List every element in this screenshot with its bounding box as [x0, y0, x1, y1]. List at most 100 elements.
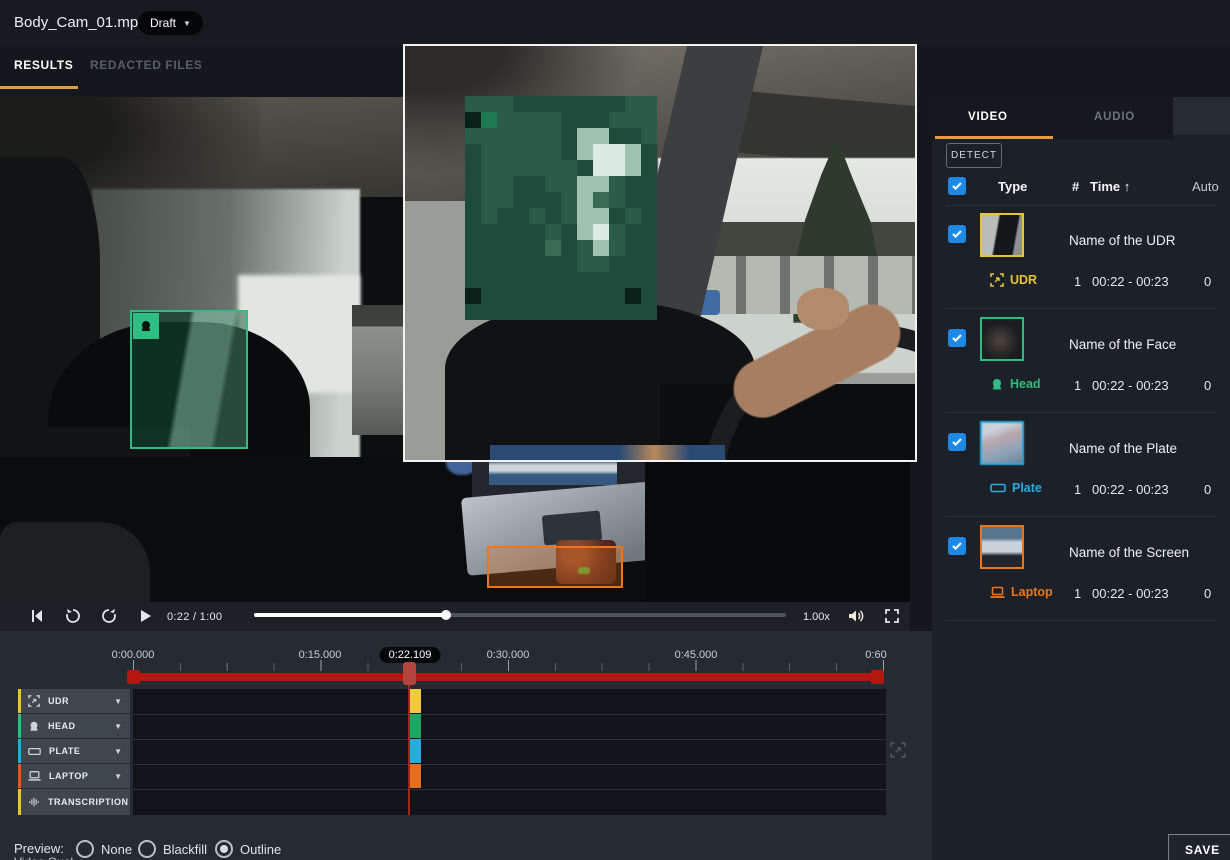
top-bar: Body_Cam_01.mp4 Draft ▼: [0, 0, 1230, 46]
item-checkbox[interactable]: [948, 537, 966, 555]
range-handle-right[interactable]: [871, 670, 884, 684]
laptop-detection-box[interactable]: [487, 546, 623, 588]
pixelated-redaction-region: [465, 96, 657, 320]
detection-count: 1: [1074, 274, 1081, 289]
lane-separator: [133, 789, 886, 790]
check-icon: [951, 228, 963, 240]
detection-name: Name of the UDR: [1069, 233, 1176, 248]
lane-separator: [133, 739, 886, 740]
detection-thumbnail[interactable]: [980, 525, 1024, 569]
radio-outline-label[interactable]: Outline: [240, 842, 281, 857]
save-button[interactable]: SAVE: [1168, 834, 1230, 860]
panel-active-tab-underline: [935, 136, 1053, 139]
radio-blackfill-label[interactable]: Blackfill: [163, 842, 207, 857]
zoom-preview-overlay[interactable]: [403, 44, 917, 462]
item-checkbox[interactable]: [948, 329, 966, 347]
column-header-time-sort[interactable]: Time ↑: [1090, 179, 1130, 194]
chevron-down-icon[interactable]: ▼: [114, 747, 122, 756]
track-label: HEAD: [48, 721, 76, 731]
tab-audio[interactable]: AUDIO: [1094, 111, 1135, 123]
detection-item-plate[interactable]: Name of the Plate Plate 1 00:22 - 00:23 …: [932, 413, 1230, 517]
app-window: Body_Cam_01.mp4 Draft ▼ RESULTS REDACTED…: [0, 0, 1230, 860]
track-head[interactable]: HEAD ▼: [18, 714, 130, 738]
laptop-icon: [990, 586, 1005, 599]
track-laptop[interactable]: LAPTOP ▼: [18, 764, 130, 788]
detection-time-range[interactable]: 00:22 - 00:23: [1092, 482, 1169, 497]
file-title: Body_Cam_01.mp4: [14, 14, 147, 31]
range-handle-left[interactable]: [127, 670, 140, 684]
udr-icon: [28, 695, 40, 707]
detection-time-range[interactable]: 00:22 - 00:23: [1092, 586, 1169, 601]
track-color-stripe: [18, 739, 21, 763]
track-label: PLATE: [49, 746, 80, 756]
detect-button[interactable]: DETECT: [946, 143, 1002, 168]
detection-time-range[interactable]: 00:22 - 00:23: [1092, 274, 1169, 289]
playhead-marker[interactable]: [403, 662, 416, 685]
detection-name: Name of the Face: [1069, 337, 1176, 352]
current-time-badge: 0:22.109: [380, 647, 441, 663]
radio-none[interactable]: [76, 840, 94, 858]
chevron-down-icon: ▼: [183, 19, 191, 28]
track-udr[interactable]: UDR ▼: [18, 689, 130, 713]
detection-thumbnail[interactable]: [980, 421, 1024, 465]
lane-separator: [133, 714, 886, 715]
track-label: TRANSCRIPTION: [48, 797, 129, 807]
item-checkbox[interactable]: [948, 225, 966, 243]
time-display: 0:22 / 1:00: [167, 611, 222, 623]
ruler-ticks-major: [133, 660, 884, 671]
detection-item-laptop[interactable]: Name of the Screen Laptop 1 00:22 - 00:2…: [932, 517, 1230, 621]
seek-bar-fill: [254, 613, 446, 617]
detection-thumbnail[interactable]: [980, 213, 1024, 257]
select-all-checkbox[interactable]: [948, 177, 966, 195]
play-button[interactable]: [136, 607, 154, 625]
divider: [946, 620, 1216, 621]
track-color-stripe: [18, 689, 21, 713]
forward-10-button[interactable]: [100, 607, 118, 625]
head-icon: [139, 319, 153, 333]
radio-blackfill[interactable]: [138, 840, 156, 858]
tab-video[interactable]: VIDEO: [968, 111, 1008, 123]
detection-item-udr[interactable]: Name of the UDR UDR 1 00:22 - 00:23 0: [932, 205, 1230, 309]
preview-label: Preview:: [14, 841, 64, 856]
radio-none-label[interactable]: None: [101, 842, 132, 857]
detection-auto: 0: [1204, 378, 1211, 393]
scene-seat-bottom: [0, 522, 150, 602]
chevron-down-icon[interactable]: ▼: [114, 722, 122, 731]
replay-10-button[interactable]: [64, 607, 82, 625]
lane-separator: [133, 764, 886, 765]
detection-item-head[interactable]: Name of the Face Head 1 00:22 - 00:23 0: [932, 309, 1230, 413]
column-header-type: Type: [998, 179, 1027, 194]
check-icon: [951, 540, 963, 552]
timeline-range-bar[interactable]: [133, 673, 884, 681]
status-dropdown[interactable]: Draft ▼: [138, 11, 203, 35]
fullscreen-icon[interactable]: [884, 608, 900, 624]
detection-name: Name of the Plate: [1069, 441, 1177, 456]
track-transcription[interactable]: TRANSCRIPTION: [18, 789, 130, 815]
track-color-stripe: [18, 764, 21, 788]
check-icon: [951, 332, 963, 344]
active-tab-underline: [0, 86, 78, 89]
radio-outline[interactable]: [215, 840, 233, 858]
tab-results[interactable]: RESULTS: [14, 58, 73, 72]
detection-type-label: Head: [1010, 377, 1041, 391]
skip-previous-button[interactable]: [28, 607, 46, 625]
playback-speed[interactable]: 1.00x: [803, 611, 830, 623]
volume-icon[interactable]: [847, 607, 865, 625]
seek-bar-thumb[interactable]: [441, 610, 451, 620]
timeline-lanes[interactable]: [133, 689, 886, 815]
detection-thumbnail[interactable]: [980, 317, 1024, 361]
track-label: LAPTOP: [49, 771, 88, 781]
track-color-stripe: [18, 789, 21, 815]
head-detection-box[interactable]: [130, 310, 248, 449]
chevron-down-icon[interactable]: ▼: [114, 697, 122, 706]
udr-icon: [990, 273, 1004, 287]
detection-count: 1: [1074, 378, 1081, 393]
item-checkbox[interactable]: [948, 433, 966, 451]
track-plate[interactable]: PLATE ▼: [18, 739, 130, 763]
scene-right-dark: [645, 457, 910, 602]
chevron-down-icon[interactable]: ▼: [114, 772, 122, 781]
udr-ghost-icon: [890, 742, 906, 758]
detection-time-range[interactable]: 00:22 - 00:23: [1092, 378, 1169, 393]
overlay-driver-hand: [797, 288, 849, 330]
tab-redacted-files[interactable]: REDACTED FILES: [90, 58, 202, 72]
